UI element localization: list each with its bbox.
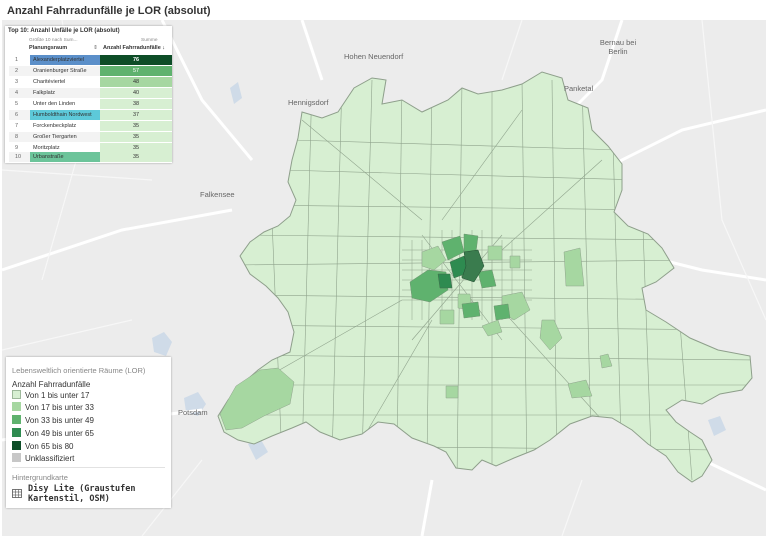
table-row[interactable]: 2 Oranienburger Straße 57 (9, 66, 172, 76)
legend-item-class4: Von 49 bis unter 65 (12, 428, 94, 440)
legend-swatch (12, 402, 21, 411)
table-row[interactable]: 4 Falkplatz 40 (9, 88, 172, 98)
table-row[interactable]: 1 Alexanderplatzviertel 76 (9, 55, 172, 65)
lake-shape (708, 416, 726, 436)
sort-descending-icon[interactable]: ↓ (162, 45, 165, 51)
place-label-hennigsdorf: Hennigsdorf (288, 98, 329, 107)
legend-item-class3: Von 33 bis unter 49 (12, 415, 94, 427)
map-grid-icon (12, 489, 22, 498)
table-row[interactable]: 5 Unter den Linden 38 (9, 99, 172, 109)
lake-shape (152, 332, 172, 356)
lake-shape (230, 82, 242, 104)
place-label-falkensee: Falkensee (200, 190, 235, 199)
legend-swatch (12, 428, 21, 437)
table-row[interactable]: 8 Großer Tiergarten 35 (9, 132, 172, 142)
legend-swatch (12, 441, 21, 450)
top10-panel: Top 10: Anzahl Unfälle je LOR (absolut) … (5, 26, 172, 163)
place-label-bernau: Bernau bei Berlin (599, 38, 637, 56)
place-label-panketal: Panketal (564, 84, 594, 93)
background-map-name: Disy Lite (Graustufen Kartenstil, OSM) (28, 484, 136, 504)
legend-item-class2: Von 17 bis unter 33 (12, 402, 94, 414)
legend-swatch (12, 415, 21, 424)
legend-divider (12, 467, 165, 468)
place-label-hohen-neuendorf: Hohen Neuendorf (344, 52, 404, 61)
table-row[interactable]: 7 Forckenbeckplatz 35 (9, 121, 172, 131)
page-title: Anzahl Fahrradunfälle je LOR (absolut) (7, 5, 211, 17)
background-map-title: Hintergrundkarte (12, 473, 68, 482)
sort-neutral-icon[interactable]: ⇕ (93, 45, 98, 51)
top10-aggregation-label: Summe (141, 38, 158, 43)
top10-column-value[interactable]: Anzahl Fahrradunfälle ↓ (103, 45, 165, 51)
top10-title: Top 10: Anzahl Unfälle je LOR (absolut) (8, 28, 120, 34)
top10-sort-note: Größte 10 nach Sum... (29, 38, 78, 43)
legend-item-unclassified: Unklassifiziert (12, 453, 74, 465)
place-label-potsdam: Potsdam (178, 408, 208, 417)
table-row[interactable]: 3 Charitéviertel 48 (9, 77, 172, 87)
legend-swatch (12, 390, 21, 399)
legend-layer-title: Lebensweltlich orientierte Räume (LOR) (12, 366, 146, 375)
legend-attribute-title: Anzahl Fahrradunfälle (12, 380, 91, 389)
legend-swatch (12, 453, 21, 462)
table-row[interactable]: 6 Humboldthain Nordwest 37 (9, 110, 172, 120)
legend-panel: Lebensweltlich orientierte Räume (LOR) A… (6, 357, 171, 508)
table-row[interactable]: 10 Urbanstraße 35 (9, 152, 172, 162)
legend-item-class5: Von 65 bis 80 (12, 441, 73, 453)
legend-item-class1: Von 1 bis unter 17 (12, 390, 90, 402)
top10-column-name[interactable]: Planungsraum ⇕ (29, 45, 98, 51)
